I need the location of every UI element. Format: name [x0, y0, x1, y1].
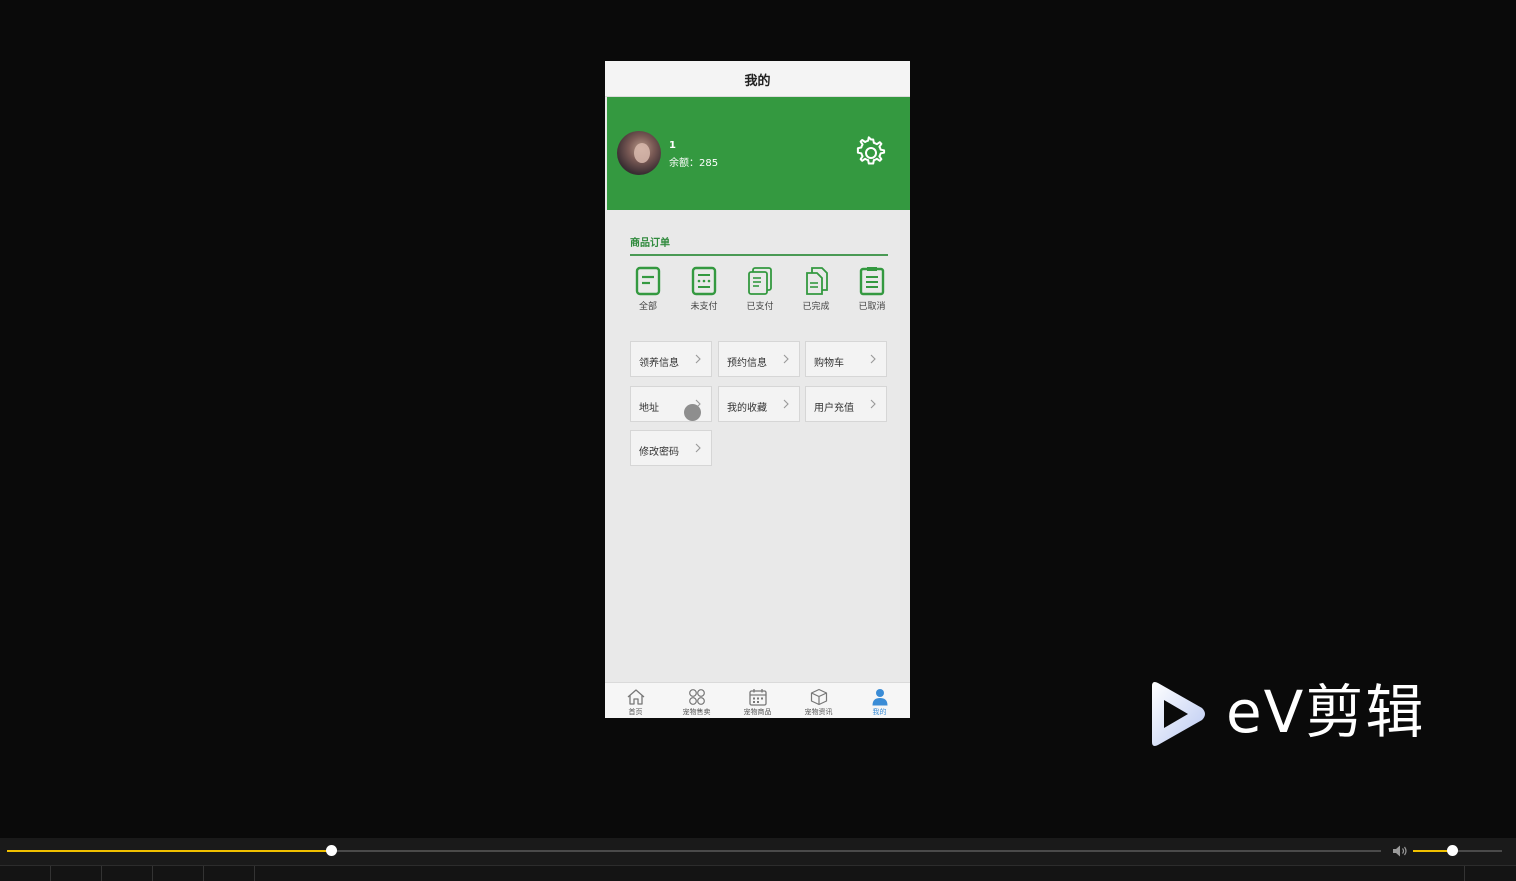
- menu-label: 领养信息: [639, 358, 679, 369]
- volume-knob[interactable]: [1447, 845, 1459, 856]
- chevron-right-icon: [783, 399, 789, 409]
- menu-change-password[interactable]: 修改密码: [630, 430, 712, 466]
- box-icon: [810, 688, 827, 706]
- page-title: 我的: [744, 74, 771, 89]
- order-status-row: 全部 未支付 已支付 已完成 已取消: [624, 266, 896, 316]
- order-unpaid[interactable]: 未支付: [680, 266, 728, 316]
- tab-home[interactable]: 首页: [605, 683, 666, 718]
- cancelled-icon: [859, 267, 885, 296]
- progress-fill: [7, 850, 332, 852]
- progress-knob[interactable]: [326, 845, 338, 856]
- unpaid-icon: [691, 266, 717, 296]
- chevron-right-icon: [783, 354, 789, 364]
- chevron-right-icon: [695, 354, 701, 364]
- touch-cursor: [684, 404, 701, 421]
- bottom-tab-bar: 首页 宠物售卖 宠物商品 宠物资讯 我的: [605, 682, 910, 718]
- tab-pet-goods[interactable]: 宠物商品: [727, 683, 788, 718]
- order-paid[interactable]: 已支付: [736, 266, 784, 316]
- doc-icon: [635, 266, 661, 296]
- phone-screen: 我的 1 余额：285 商品订单 全部 未支付 已支付 已完成 已取消 领养信息…: [605, 61, 910, 718]
- menu-appointment-info[interactable]: 预约信息: [718, 341, 800, 377]
- top-bar: 我的: [605, 61, 910, 97]
- chevron-right-icon: [870, 399, 876, 409]
- menu-label: 我的收藏: [727, 403, 767, 414]
- menu-cart[interactable]: 购物车: [805, 341, 887, 377]
- orders-title: 商品订单: [630, 238, 670, 249]
- order-label: 已完成: [802, 302, 830, 312]
- tab-label: 宠物售卖: [682, 708, 711, 716]
- home-icon: [627, 689, 644, 705]
- profile-card: 1 余额：285: [607, 97, 910, 210]
- balance-label: 余额：: [669, 158, 699, 169]
- avatar[interactable]: [617, 131, 661, 175]
- tab-label: 我的: [872, 708, 887, 716]
- tab-mine[interactable]: 我的: [849, 683, 910, 718]
- menu-label: 购物车: [814, 358, 844, 369]
- menu-recharge[interactable]: 用户充值: [805, 386, 887, 422]
- tab-label: 首页: [628, 708, 643, 716]
- ev-watermark: eV剪辑: [1146, 678, 1436, 748]
- menu-label: 修改密码: [639, 447, 679, 458]
- menu-adoption-info[interactable]: 领养信息: [630, 341, 712, 377]
- gear-icon[interactable]: [854, 136, 888, 170]
- divider: [630, 254, 888, 256]
- balance: 余额：285: [669, 154, 718, 169]
- tab-label: 宠物商品: [743, 708, 772, 716]
- player-bottom-bar: [0, 865, 1516, 881]
- user-icon: [872, 689, 887, 706]
- order-label: 已支付: [746, 302, 774, 312]
- order-label: 全部: [638, 302, 657, 312]
- progress-track[interactable]: [7, 845, 1381, 856]
- paid-icon: [748, 267, 772, 295]
- chevron-right-icon: [695, 443, 701, 453]
- tab-pet-sale[interactable]: 宠物售卖: [666, 683, 727, 718]
- completed-icon: [806, 267, 828, 295]
- video-player-controls: [0, 838, 1516, 881]
- order-cancelled[interactable]: 已取消: [848, 266, 896, 316]
- grid-icon: [688, 689, 705, 705]
- calendar-icon: [748, 689, 767, 706]
- video-stage: 我的 1 余额：285 商品订单 全部 未支付 已支付 已完成 已取消 领养信息…: [0, 0, 1516, 817]
- play-logo-icon: [1152, 682, 1205, 746]
- order-label: 已取消: [858, 302, 886, 312]
- menu-label: 预约信息: [727, 358, 767, 369]
- menu-label: 地址: [639, 403, 659, 414]
- tab-label: 宠物资讯: [804, 708, 833, 716]
- menu-label: 用户充值: [814, 403, 854, 414]
- order-completed[interactable]: 已完成: [792, 266, 840, 316]
- volume-icon[interactable]: [1392, 844, 1408, 858]
- watermark-text: eV剪辑: [1226, 678, 1426, 746]
- user-name: 1: [669, 140, 676, 151]
- balance-value: 285: [699, 158, 719, 169]
- menu-favorites[interactable]: 我的收藏: [718, 386, 800, 422]
- chevron-right-icon: [870, 354, 876, 364]
- tab-pet-news[interactable]: 宠物资讯: [788, 683, 849, 718]
- order-all[interactable]: 全部: [624, 266, 672, 316]
- volume-track[interactable]: [1413, 845, 1502, 856]
- order-label: 未支付: [690, 302, 718, 312]
